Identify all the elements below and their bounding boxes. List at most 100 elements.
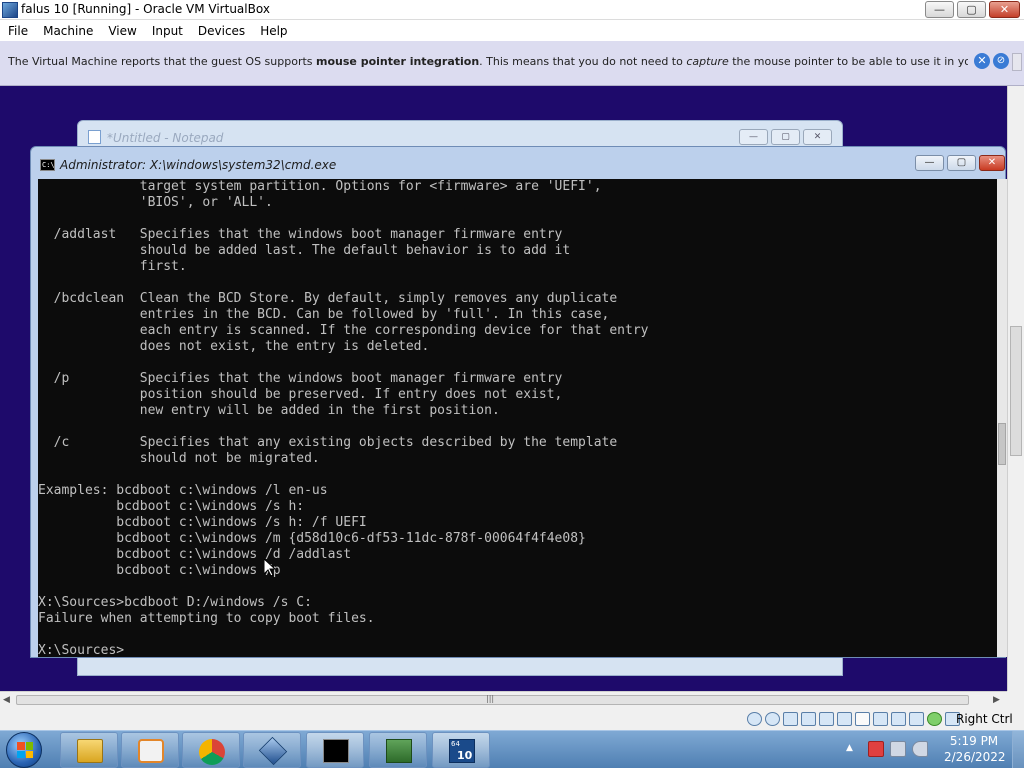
- cmd-minimize-button[interactable]: —: [915, 155, 944, 171]
- cpu-icon[interactable]: [909, 712, 924, 726]
- console-line: should be added last. The default behavi…: [38, 243, 571, 258]
- host-close-button[interactable]: ✕: [989, 1, 1020, 18]
- network-monitor-icon: [386, 739, 412, 763]
- media-player-icon: [138, 739, 164, 763]
- optical-drive-icon[interactable]: [765, 712, 780, 726]
- hard-disk-icon[interactable]: [747, 712, 762, 726]
- console-output[interactable]: target system partition. Options for <fi…: [38, 179, 997, 657]
- cmd-scrollbar-thumb[interactable]: [998, 423, 1006, 465]
- notepad-close-button[interactable]: ✕: [803, 129, 832, 145]
- notification-bold-text: mouse pointer integration: [316, 55, 480, 68]
- cmd-scrollbar[interactable]: [997, 179, 1007, 657]
- taskbar-explorer[interactable]: [60, 732, 118, 768]
- chrome-icon: [199, 739, 225, 765]
- notification-text-part: The Virtual Machine reports that the gue…: [8, 55, 317, 68]
- notification-italic-text: capture: [686, 55, 729, 68]
- console-line: /bcdclean Clean the BCD Store. By defaul…: [38, 291, 618, 306]
- scrollbar-grip-icon: |||: [486, 694, 495, 703]
- console-line: entries in the BCD. Can be followed by '…: [38, 307, 610, 322]
- usb-icon[interactable]: [819, 712, 834, 726]
- console-line: target system partition. Options for <fi…: [38, 179, 602, 194]
- notification-scroll-handle[interactable]: [1012, 53, 1022, 71]
- console-line: [38, 579, 997, 595]
- volume-icon[interactable]: [912, 741, 928, 757]
- video-capture-icon[interactable]: [873, 712, 888, 726]
- console-line: bcdboot c:\windows /s h: /f UEFI: [38, 515, 367, 530]
- taskbar-chrome[interactable]: [182, 732, 240, 768]
- console-line: [38, 211, 997, 227]
- console-line: new entry will be added in the first pos…: [38, 403, 500, 418]
- host-minimize-button[interactable]: —: [925, 1, 954, 18]
- cmd-icon: C:\: [40, 159, 55, 171]
- mouse-integration-icon[interactable]: [927, 712, 942, 726]
- console-line: bcdboot c:\windows /s h:: [38, 499, 305, 514]
- taskbar-network-monitor[interactable]: [369, 732, 427, 768]
- notification-close-icon[interactable]: ✕: [974, 53, 990, 69]
- host-menubar: File Machine View Input Devices Help: [0, 20, 1024, 41]
- windows-logo-icon: [17, 742, 33, 758]
- tray-overflow-icon[interactable]: ▲: [846, 743, 853, 753]
- shared-folders-icon[interactable]: [837, 712, 852, 726]
- cmd-icon: [323, 739, 349, 763]
- menu-devices[interactable]: Devices: [193, 24, 250, 38]
- display-icon[interactable]: [855, 712, 870, 726]
- host-horizontal-scrollbar[interactable]: ◀ ||| ▶: [0, 691, 1007, 708]
- host-maximize-button[interactable]: ▢: [957, 1, 986, 18]
- cmd-title: Administrator: X:\windows\system32\cmd.e…: [60, 158, 337, 172]
- show-desktop-button[interactable]: [1012, 731, 1024, 768]
- menu-input[interactable]: Input: [147, 24, 188, 38]
- recording-icon[interactable]: [891, 712, 906, 726]
- console-line: should not be migrated.: [38, 451, 320, 466]
- console-line: [38, 419, 997, 435]
- vbox-status-bar: Right Ctrl: [0, 708, 1024, 730]
- notepad-maximize-button[interactable]: ▢: [771, 129, 800, 145]
- cmd-window[interactable]: C:\ Administrator: X:\windows\system32\c…: [30, 146, 1007, 658]
- host-vertical-scrollbar-thumb[interactable]: [1010, 326, 1022, 456]
- console-line: Failure when attempting to copy boot fil…: [38, 611, 375, 626]
- menu-file[interactable]: File: [3, 24, 33, 38]
- cmd-maximize-button[interactable]: ▢: [947, 155, 976, 171]
- menu-help[interactable]: Help: [255, 24, 292, 38]
- notification-text-part: the mouse pointer to be able to use it i…: [732, 55, 968, 68]
- notepad-minimize-button[interactable]: —: [739, 129, 768, 145]
- action-center-icon[interactable]: [868, 741, 884, 757]
- vm-badge: 10: [457, 749, 473, 762]
- virtualbox-icon: [258, 736, 288, 766]
- clock-time: 5:19 PM: [949, 734, 999, 748]
- virtualbox-app-icon: [2, 2, 18, 18]
- network-icon[interactable]: [801, 712, 816, 726]
- host-vertical-scrollbar[interactable]: [1007, 86, 1024, 691]
- console-line: [38, 467, 997, 483]
- scrollbar-corner: [1007, 691, 1024, 708]
- console-line: [38, 627, 997, 643]
- console-prompt[interactable]: X:\Sources>: [38, 643, 997, 657]
- taskbar-cmd[interactable]: [306, 732, 364, 768]
- host-title-bar[interactable]: falus 10 [Running] - Oracle VM VirtualBo…: [0, 0, 1024, 20]
- clock-date: 2/26/2022: [944, 750, 1006, 764]
- start-button[interactable]: [6, 732, 42, 768]
- console-line: Examples: bcdboot c:\windows /l en-us: [38, 483, 328, 498]
- vm-badge-top: 64: [451, 740, 460, 748]
- clock[interactable]: 5:19 PM 2/26/2022: [944, 733, 1006, 765]
- console-line: /p Specifies that the windows boot manag…: [38, 371, 563, 386]
- taskbar: 64 10 ▲ 5:19 PM 2/26/2022: [0, 730, 1024, 768]
- notification-text-part: . This means that you do not need to: [479, 55, 687, 68]
- console-line: position should be preserved. If entry d…: [38, 387, 563, 402]
- menu-machine[interactable]: Machine: [38, 24, 98, 38]
- scroll-right-arrow-icon[interactable]: ▶: [993, 695, 1000, 705]
- console-line: bcdboot c:\windows /m {d58d10c6-df53-11d…: [38, 531, 586, 546]
- notification-dismiss-icon[interactable]: ⊘: [993, 53, 1009, 69]
- taskbar-virtualbox[interactable]: [243, 732, 301, 768]
- scroll-left-arrow-icon[interactable]: ◀: [3, 695, 10, 705]
- console-line: /c Specifies that any existing objects d…: [38, 435, 618, 450]
- taskbar-media-player[interactable]: [121, 732, 179, 768]
- menu-view[interactable]: View: [103, 24, 141, 38]
- notepad-title: *Untitled - Notepad: [107, 131, 224, 145]
- audio-icon[interactable]: [783, 712, 798, 726]
- console-line: bcdboot c:\windows /d /addlast: [38, 547, 352, 562]
- guest-screen[interactable]: *Untitled - Notepad — ▢ ✕ C:\ Administra…: [0, 86, 1007, 691]
- taskbar-vm-window[interactable]: 64 10: [432, 732, 490, 768]
- network-tray-icon[interactable]: [890, 741, 906, 757]
- console-line: [38, 275, 997, 291]
- cmd-close-button[interactable]: ✕: [979, 155, 1005, 171]
